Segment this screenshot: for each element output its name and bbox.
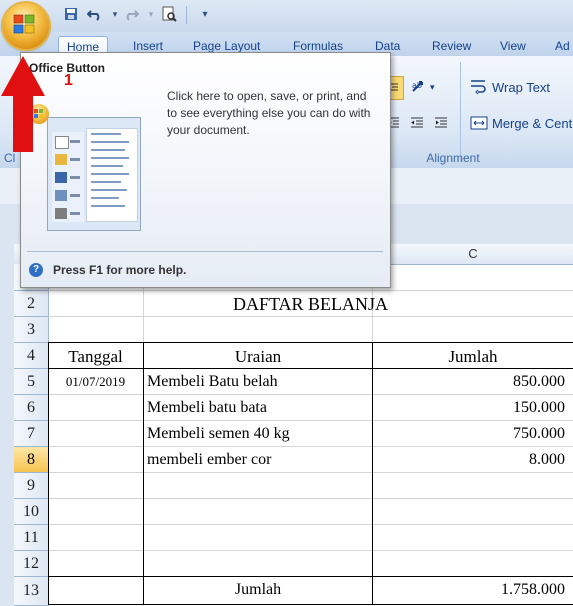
merge-center-icon xyxy=(470,116,488,130)
gridline xyxy=(48,446,573,447)
row-header-6[interactable]: 6 xyxy=(14,395,49,421)
gridline xyxy=(48,420,573,421)
wrap-text-button[interactable]: Wrap Text xyxy=(470,76,573,98)
gridline xyxy=(48,290,573,291)
table-border-col-b xyxy=(143,342,144,605)
tooltip-separator xyxy=(27,251,383,252)
increase-indent-button[interactable] xyxy=(410,112,430,134)
row-header-13[interactable]: 13 xyxy=(14,577,49,606)
customize-toolbar-icon[interactable]: ▾ xyxy=(196,5,214,23)
table-total-border xyxy=(48,576,573,577)
red-arrow-annotation xyxy=(1,56,45,152)
print-preview-icon[interactable] xyxy=(160,5,178,23)
tab-add-ins[interactable]: Ad xyxy=(555,36,570,56)
orientation-button[interactable]: ab ▾ xyxy=(410,76,444,98)
row-header-10[interactable]: 10 xyxy=(14,499,49,525)
column-header-c[interactable]: C xyxy=(373,244,573,265)
total-label-cell[interactable]: Jumlah xyxy=(144,581,372,599)
save-icon[interactable] xyxy=(62,5,80,23)
amount-cell[interactable]: 850.000 xyxy=(373,373,565,391)
row-header-5[interactable]: 5 xyxy=(14,369,49,395)
row-header-2[interactable]: 2 xyxy=(14,291,49,317)
header-cell-tanggal[interactable]: Tanggal xyxy=(48,347,143,367)
office-button-tooltip: Office Button Click here to open, save, … xyxy=(20,52,391,288)
orientation-dropdown-icon: ▾ xyxy=(430,81,435,92)
merge-center-label: Merge & Cent xyxy=(492,115,573,131)
ribbon-separator xyxy=(460,62,461,162)
tab-view[interactable]: View xyxy=(500,36,526,56)
header-cell-jumlah[interactable]: Jumlah xyxy=(373,347,573,367)
amount-cell[interactable]: 150.000 xyxy=(373,399,565,417)
tab-review[interactable]: Review xyxy=(432,36,471,56)
row-header-8-selected[interactable]: 8 xyxy=(14,447,49,473)
gridline xyxy=(48,498,573,499)
annotation-step-number: 1 xyxy=(64,72,73,89)
table-header-border xyxy=(48,368,573,369)
description-cell[interactable]: membeli ember cor xyxy=(147,451,271,469)
row-header-11[interactable]: 11 xyxy=(14,525,49,551)
gridline xyxy=(48,472,573,473)
sheet-title-cell[interactable]: DAFTAR BELANJA xyxy=(48,294,573,315)
amount-cell[interactable]: 8.000 xyxy=(373,451,565,469)
total-amount-cell[interactable]: 1.758.000 xyxy=(373,581,565,599)
redo-icon[interactable] xyxy=(122,5,140,23)
description-cell[interactable]: Membeli batu bata xyxy=(147,399,267,417)
gridline xyxy=(48,394,573,395)
row-header-12[interactable]: 12 xyxy=(14,551,49,577)
office-logo-icon xyxy=(13,14,35,34)
tooltip-description: Click here to open, save, or print, and … xyxy=(167,89,371,137)
alignment-group-label: Alignment xyxy=(426,151,480,165)
sheet-left-strip xyxy=(0,244,15,606)
description-cell[interactable]: Membeli Batu belah xyxy=(147,373,278,391)
date-cell[interactable]: 01/07/2019 xyxy=(48,374,143,390)
table-border-top xyxy=(48,342,573,343)
office-menu-preview-image xyxy=(47,117,141,231)
toolbar-separator xyxy=(186,6,187,24)
gridline xyxy=(48,316,573,317)
description-cell[interactable]: Membeli semen 40 kg xyxy=(147,425,290,443)
row-header-4[interactable]: 4 xyxy=(14,343,49,369)
help-icon: ? xyxy=(29,263,43,277)
wrap-text-label: Wrap Text xyxy=(492,79,551,95)
wrap-text-icon xyxy=(471,80,486,95)
tooltip-help-text: Press F1 for more help. xyxy=(53,263,187,277)
svg-text:ab: ab xyxy=(412,81,422,90)
undo-icon[interactable] xyxy=(86,5,104,23)
gridline xyxy=(48,524,573,525)
row-header-3[interactable]: 3 xyxy=(14,317,49,343)
row-header-7[interactable]: 7 xyxy=(14,421,49,447)
row-header-9[interactable]: 9 xyxy=(14,473,49,499)
header-cell-uraian[interactable]: Uraian xyxy=(144,347,372,367)
merge-center-button[interactable]: Merge & Cent xyxy=(470,112,573,134)
redo-dropdown-icon[interactable]: ▾ xyxy=(142,5,160,23)
amount-cell[interactable]: 750.000 xyxy=(373,425,565,443)
table-border-bottom xyxy=(48,604,573,605)
gridline xyxy=(48,550,573,551)
indent-button[interactable] xyxy=(434,112,454,134)
